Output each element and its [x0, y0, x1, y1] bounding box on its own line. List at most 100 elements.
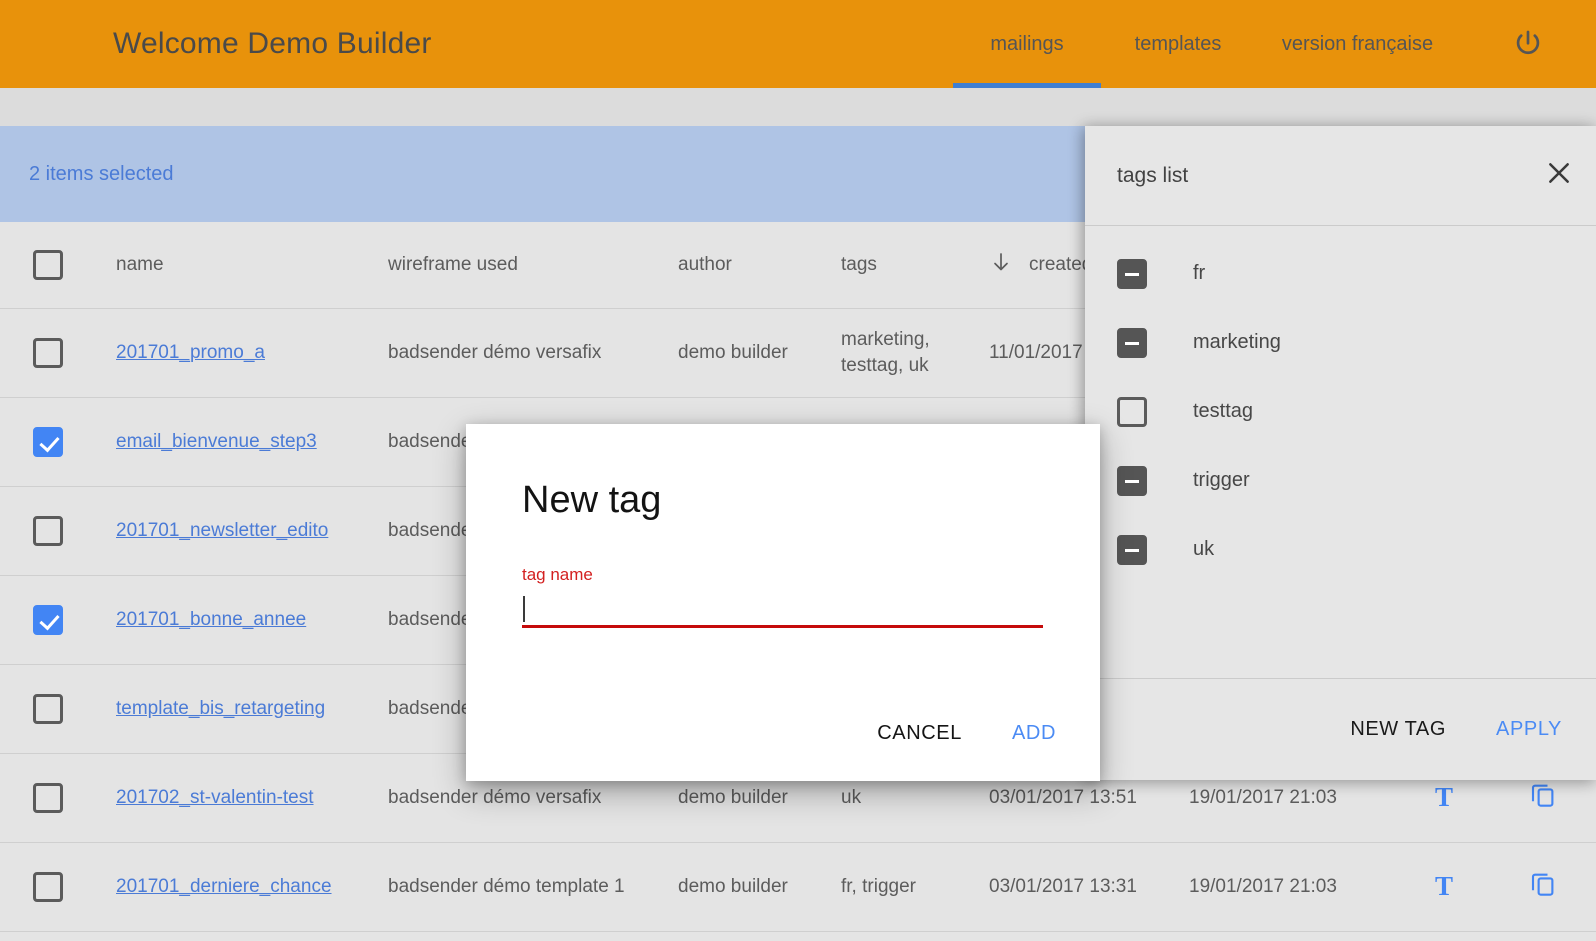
row-name-cell: 201701_promo_a — [116, 342, 388, 364]
copy-icon[interactable] — [1528, 869, 1558, 905]
new-tag-dialog: New tag tag name CANCEL ADD — [466, 424, 1100, 781]
row-wireframe-cell: badsender démo template 1 — [388, 876, 625, 897]
dialog-title: New tag — [522, 479, 662, 521]
text-version-icon[interactable]: T — [1435, 873, 1453, 900]
row-created-cell: 03/01/2017 13:51 — [989, 787, 1137, 808]
tag-item-testtag[interactable]: testtag — [1085, 377, 1596, 446]
row-author-cell: demo builder — [678, 342, 788, 363]
tag-checkbox[interactable] — [1117, 327, 1147, 358]
row-name-cell: 201701_newsletter_edito — [116, 520, 388, 542]
tags-checkbox-list: fr marketing testtag trigger uk — [1085, 226, 1596, 678]
copy-icon[interactable] — [1528, 780, 1558, 816]
row-action-text-cell: T — [1399, 784, 1497, 812]
select-all-checkbox[interactable] — [33, 250, 63, 280]
tag-item-trigger[interactable]: trigger — [1085, 446, 1596, 515]
column-header-tags[interactable]: tags — [841, 252, 989, 278]
row-name-cell: email_bienvenue_step3 — [116, 431, 388, 453]
column-header-author[interactable]: author — [678, 254, 841, 276]
nav-label-mailings: mailings — [990, 32, 1064, 55]
row-select-cell — [0, 427, 116, 457]
nav-item-templates[interactable]: templates — [1101, 0, 1255, 88]
tag-name-input[interactable] — [522, 594, 1043, 628]
nav-item-version-francaise[interactable]: version française — [1255, 0, 1460, 88]
tag-checkbox[interactable] — [1117, 396, 1147, 427]
row-select-cell — [0, 338, 116, 368]
tag-item-fr[interactable]: fr — [1085, 239, 1596, 308]
row-action-text-cell: T — [1399, 873, 1497, 901]
nav-label-templates: templates — [1134, 32, 1222, 55]
row-name-cell: 201701_bonne_annee — [116, 609, 388, 631]
arrow-down-icon — [989, 250, 1013, 280]
mailing-name-link[interactable]: 201702_st-valentin-test — [116, 787, 314, 808]
tag-checkbox[interactable] — [1117, 534, 1147, 565]
tag-checkbox[interactable] — [1117, 258, 1147, 289]
tag-item-marketing[interactable]: marketing — [1085, 308, 1596, 377]
tag-label: marketing — [1193, 331, 1281, 353]
row-action-copy-cell — [1497, 780, 1596, 816]
row-wireframe-cell: badsender démo versafix — [388, 787, 602, 808]
sub-header-strip — [0, 88, 1596, 126]
row-select-cell — [0, 783, 116, 813]
row-author-cell: demo builder — [678, 876, 788, 897]
row-checkbox[interactable] — [33, 605, 63, 635]
column-header-wireframe[interactable]: wireframe used — [388, 254, 678, 276]
row-author-cell: demo builder — [678, 787, 788, 808]
app-root: Welcome Demo Builder mailings templates … — [0, 0, 1596, 941]
logout-button[interactable] — [1460, 0, 1596, 88]
cancel-button[interactable]: CANCEL — [877, 722, 962, 745]
add-button[interactable]: ADD — [1012, 722, 1056, 745]
tag-name-field-group: tag name — [522, 565, 1043, 628]
apply-tags-button[interactable]: APPLY — [1496, 718, 1562, 741]
text-version-icon[interactable]: T — [1435, 784, 1453, 811]
tag-label: testtag — [1193, 400, 1254, 422]
nav-item-mailings[interactable]: mailings — [953, 0, 1101, 88]
row-name-cell: 201702_st-valentin-test — [116, 787, 388, 809]
row-select-cell — [0, 694, 116, 724]
mailing-name-link[interactable]: 201701_derniere_chance — [116, 876, 332, 897]
tag-item-uk[interactable]: uk — [1085, 515, 1596, 584]
mailing-name-link[interactable]: 201701_promo_a — [116, 342, 265, 363]
tag-label: fr — [1193, 262, 1206, 284]
new-tag-button[interactable]: NEW TAG — [1350, 718, 1446, 741]
row-checkbox[interactable] — [33, 516, 63, 546]
tag-label: uk — [1193, 538, 1215, 560]
mailing-name-link[interactable]: template_bis_retargeting — [116, 698, 325, 719]
row-checkbox[interactable] — [33, 872, 63, 902]
row-checkbox[interactable] — [33, 427, 63, 457]
mailing-name-link[interactable]: email_bienvenue_step3 — [116, 431, 317, 452]
nav-label-version-francaise: version française — [1281, 32, 1434, 55]
column-header-created-label: created — [1029, 254, 1093, 275]
row-updated-cell: 19/01/2017 21:03 — [1189, 876, 1337, 897]
row-checkbox[interactable] — [33, 338, 63, 368]
page-title: Welcome Demo Builder — [113, 27, 432, 60]
power-icon — [1511, 27, 1545, 61]
mailing-name-link[interactable]: 201701_bonne_annee — [116, 609, 306, 630]
row-select-cell — [0, 872, 116, 902]
row-select-cell — [0, 605, 116, 635]
tag-label: trigger — [1193, 469, 1250, 491]
tag-name-label: tag name — [522, 565, 593, 584]
tags-panel-footer: NEW TAG APPLY — [1085, 678, 1596, 780]
text-cursor — [523, 596, 525, 622]
row-tags-cell: uk — [841, 787, 862, 809]
top-navigation: mailings templates version française — [953, 0, 1596, 88]
row-tags-cell: fr, trigger — [841, 876, 916, 898]
mailing-name-link[interactable]: 201701_newsletter_edito — [116, 520, 328, 541]
tags-panel-header: tags list — [1085, 126, 1596, 226]
row-created-cell: 03/01/2017 13:31 — [989, 876, 1137, 897]
row-checkbox[interactable] — [33, 783, 63, 813]
row-name-cell: 201701_derniere_chance — [116, 876, 388, 898]
row-updated-cell: 19/01/2017 21:03 — [1189, 787, 1337, 808]
select-all-cell — [0, 250, 116, 280]
selected-count-label: 2 items selected — [29, 162, 174, 185]
tags-list-panel: tags list fr marketing testtag trigger u… — [1085, 126, 1596, 780]
close-tags-panel-button[interactable] — [1522, 126, 1596, 226]
row-select-cell — [0, 516, 116, 546]
tag-checkbox[interactable] — [1117, 465, 1147, 496]
row-checkbox[interactable] — [33, 694, 63, 724]
tags-panel-title: tags list — [1117, 163, 1189, 187]
close-icon — [1543, 157, 1575, 194]
column-header-name[interactable]: name — [116, 254, 388, 276]
row-action-copy-cell — [1497, 869, 1596, 905]
table-row[interactable]: 201701_derniere_chance badsender démo te… — [0, 843, 1596, 932]
